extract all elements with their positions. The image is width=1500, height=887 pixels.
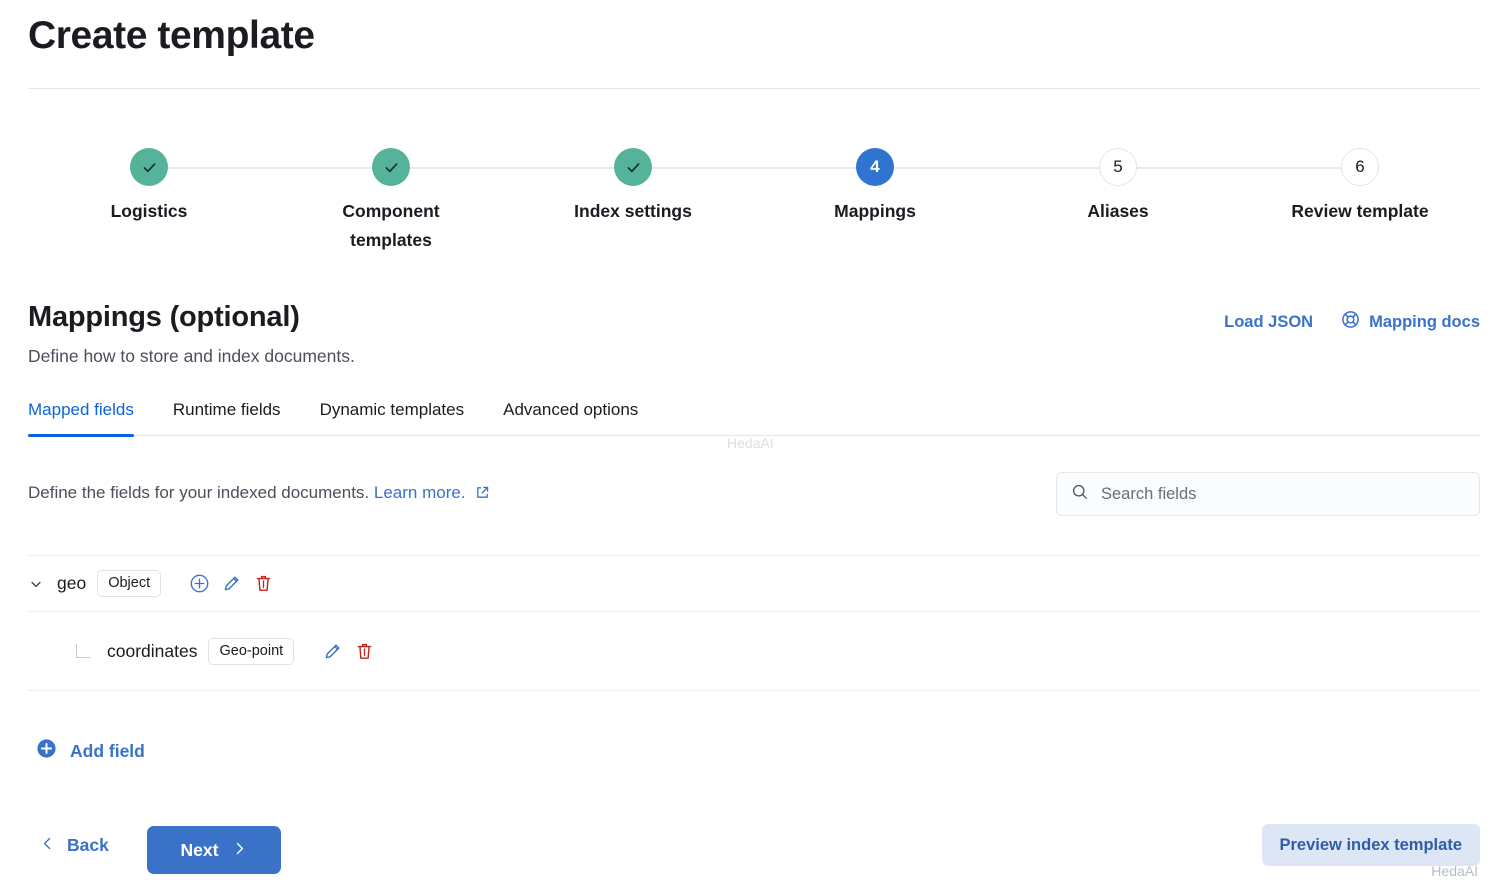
mapping-docs-link[interactable]: Mapping docs bbox=[1341, 310, 1480, 334]
field-name: geo bbox=[57, 573, 86, 594]
check-icon bbox=[625, 159, 642, 176]
help-lifebuoy-icon bbox=[1341, 310, 1360, 334]
section-title: Mappings (optional) bbox=[28, 298, 355, 336]
step-3-label: Index settings bbox=[558, 197, 708, 226]
search-icon bbox=[1071, 483, 1089, 506]
tab-runtime-fields-label: Runtime fields bbox=[173, 400, 281, 419]
step-4-label: Mappings bbox=[800, 197, 950, 226]
next-label: Next bbox=[181, 840, 219, 861]
step-1-label: Logistics bbox=[74, 197, 224, 226]
step-5-label: Aliases bbox=[1043, 197, 1193, 226]
load-json-label: Load JSON bbox=[1224, 313, 1313, 332]
step-2-circle bbox=[372, 148, 410, 186]
tab-mapped-fields[interactable]: Mapped fields bbox=[28, 398, 134, 435]
plus-circle-filled-icon bbox=[36, 738, 57, 764]
mappings-tabs: Mapped fields Runtime fields Dynamic tem… bbox=[28, 398, 1480, 436]
mapping-docs-label: Mapping docs bbox=[1369, 313, 1480, 332]
step-1-circle bbox=[130, 148, 168, 186]
search-fields-placeholder: Search fields bbox=[1101, 485, 1196, 504]
step-3-circle bbox=[614, 148, 652, 186]
step-aliases[interactable]: 5 Aliases bbox=[1043, 140, 1193, 226]
mappings-section-header: Mappings (optional) Define how to store … bbox=[28, 298, 1480, 368]
step-component-templates[interactable]: Component templates bbox=[316, 140, 466, 255]
add-child-icon[interactable] bbox=[189, 573, 210, 594]
tab-mapped-fields-label: Mapped fields bbox=[28, 400, 134, 419]
field-type-badge: Object bbox=[97, 570, 161, 597]
table-row[interactable]: geo Object bbox=[28, 556, 1480, 611]
fields-description: Define the fields for your indexed docum… bbox=[28, 480, 490, 508]
section-subtitle: Define how to store and index documents. bbox=[28, 344, 355, 368]
field-list-divider-bottom bbox=[28, 690, 1480, 691]
tab-advanced-options-label: Advanced options bbox=[503, 400, 638, 419]
fields-description-row: Define the fields for your indexed docum… bbox=[28, 472, 1480, 516]
step-4-number: 4 bbox=[870, 157, 879, 177]
tree-connector-icon bbox=[76, 644, 90, 658]
table-row[interactable]: coordinates Geo-point bbox=[28, 612, 1480, 690]
delete-trash-icon[interactable] bbox=[253, 573, 274, 594]
step-4-circle: 4 bbox=[856, 148, 894, 186]
external-link-icon bbox=[475, 482, 490, 508]
step-mappings[interactable]: 4 Mappings bbox=[800, 140, 950, 226]
check-icon bbox=[383, 159, 400, 176]
fields-description-text: Define the fields for your indexed docum… bbox=[28, 483, 369, 502]
edit-pencil-icon[interactable] bbox=[322, 641, 343, 662]
tab-runtime-fields[interactable]: Runtime fields bbox=[173, 398, 281, 435]
search-fields-input[interactable]: Search fields bbox=[1056, 472, 1480, 516]
field-type-badge: Geo-point bbox=[208, 638, 294, 665]
step-6-circle: 6 bbox=[1341, 148, 1379, 186]
step-6-label: Review template bbox=[1285, 197, 1435, 226]
chevron-left-icon bbox=[40, 836, 55, 856]
wizard-stepper: Logistics Component templates Index sett… bbox=[28, 140, 1480, 260]
edit-pencil-icon[interactable] bbox=[221, 573, 242, 594]
add-field-button[interactable]: Add field bbox=[36, 738, 145, 764]
delete-trash-icon[interactable] bbox=[354, 641, 375, 662]
watermark-middle: HedaAI bbox=[727, 435, 774, 451]
add-field-label: Add field bbox=[70, 741, 145, 762]
step-index-settings[interactable]: Index settings bbox=[558, 140, 708, 226]
chevron-down-icon[interactable] bbox=[28, 576, 46, 592]
step-review-template[interactable]: 6 Review template bbox=[1285, 140, 1435, 226]
step-5-number: 5 bbox=[1113, 157, 1122, 177]
step-5-circle: 5 bbox=[1099, 148, 1137, 186]
create-template-page: Create template Logistics Component temp… bbox=[0, 0, 1500, 887]
learn-more-link[interactable]: Learn more. bbox=[374, 483, 466, 502]
tab-dynamic-templates-label: Dynamic templates bbox=[320, 400, 465, 419]
step-logistics[interactable]: Logistics bbox=[74, 140, 224, 226]
back-label: Back bbox=[67, 835, 109, 856]
next-button[interactable]: Next bbox=[147, 826, 281, 874]
step-6-number: 6 bbox=[1355, 157, 1364, 177]
wizard-footer: Back Next Preview index template bbox=[28, 824, 1480, 880]
preview-index-template-button[interactable]: Preview index template bbox=[1262, 824, 1481, 866]
back-button[interactable]: Back bbox=[40, 835, 109, 856]
load-json-button[interactable]: Load JSON bbox=[1224, 313, 1313, 332]
mapped-fields-list: geo Object bbox=[28, 555, 1480, 691]
step-2-label: Component templates bbox=[316, 197, 466, 255]
page-title: Create template bbox=[28, 10, 315, 62]
preview-index-template-label: Preview index template bbox=[1280, 836, 1463, 855]
chevron-right-icon bbox=[232, 840, 247, 861]
field-name: coordinates bbox=[107, 641, 197, 662]
title-divider bbox=[28, 88, 1480, 89]
check-icon bbox=[141, 159, 158, 176]
tab-dynamic-templates[interactable]: Dynamic templates bbox=[320, 398, 465, 435]
tab-advanced-options[interactable]: Advanced options bbox=[503, 398, 638, 435]
